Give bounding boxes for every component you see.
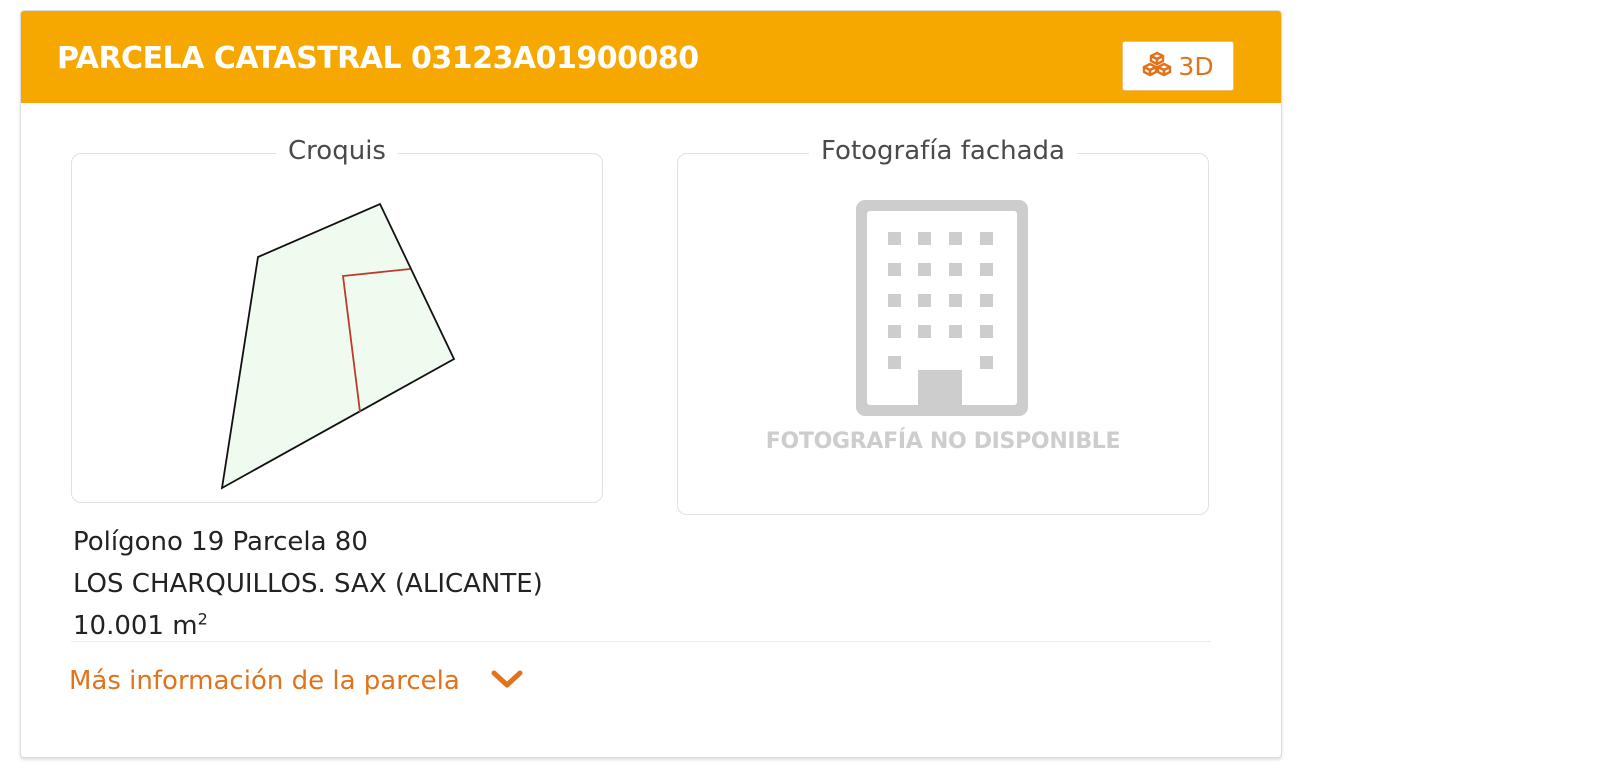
view-3d-label: 3D [1178,51,1214,81]
parcel-outline [220,202,456,490]
more-info-toggle[interactable]: Más información de la parcela [69,666,524,696]
parcel-address: LOS CHARQUILLOS. SAX (ALICANTE) [73,569,543,599]
parcel-area-exponent: 2 [197,609,208,629]
section-divider [71,641,1211,642]
building-icon [856,200,1028,420]
panel-title: PARCELA CATASTRAL 03123A01900080 [57,41,699,76]
parcel-sketch [220,202,456,490]
photo-section: Fotografía fachada FOTOGRAFÍA NO DISPONI… [677,136,1209,515]
parcel-panel: PARCELA CATASTRAL 03123A01900080 3D Croq… [20,10,1282,758]
chevron-down-icon [490,668,524,694]
no-photo-text: FOTOGRAFÍA NO DISPONIBLE [765,429,1121,454]
more-info-label: Más información de la parcela [69,666,460,696]
photo-legend-row: Fotografía fachada [678,136,1208,166]
parcel-area-value: 10.001 m [73,611,198,641]
view-3d-button[interactable]: 3D [1122,41,1234,91]
parcel-info: Polígono 19 Parcela 80 LOS CHARQUILLOS. … [73,521,543,647]
sketch-section: Croquis [71,136,603,503]
photo-legend: Fotografía fachada [809,136,1077,166]
parcel-location: Polígono 19 Parcela 80 [73,527,368,557]
panel-header: PARCELA CATASTRAL 03123A01900080 3D [21,11,1281,103]
cubes-icon [1142,51,1172,81]
